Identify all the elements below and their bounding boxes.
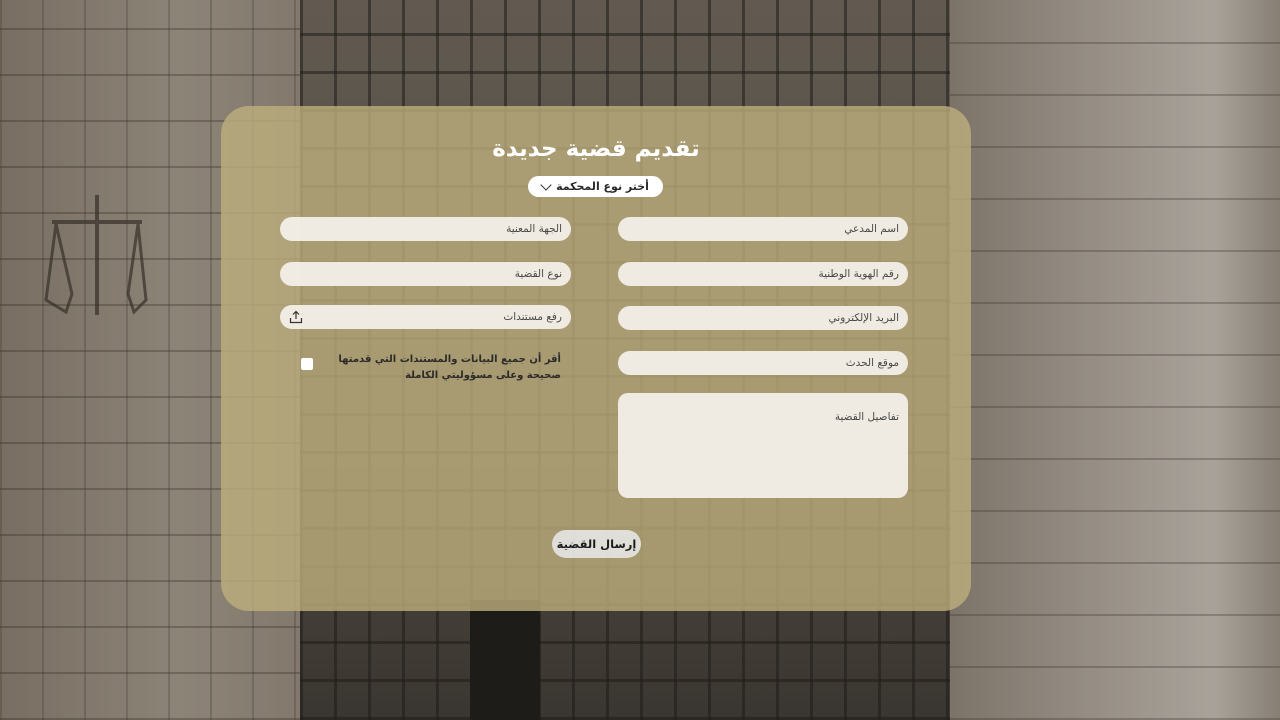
new-case-form-card: تقديم قضية جديدة أختر نوع المحكمة رفع مس… <box>221 106 971 611</box>
upload-icon <box>289 310 303 324</box>
consent-text: أقر أن جميع البيانات والمستندات التي قدم… <box>338 354 561 381</box>
plaintiff-name-input[interactable] <box>618 217 908 241</box>
upload-documents-button[interactable]: رفع مستندات <box>280 305 571 329</box>
form-title: تقديم قضية جديدة <box>492 136 700 162</box>
upload-documents-label: رفع مستندات <box>503 311 562 323</box>
court-type-select-label: أختر نوع المحكمة <box>556 180 649 193</box>
case-type-input[interactable] <box>280 262 571 286</box>
national-id-input[interactable] <box>618 262 908 286</box>
court-type-select[interactable]: أختر نوع المحكمة <box>528 176 663 197</box>
chevron-down-icon <box>540 178 552 191</box>
consent-row: أقر أن جميع البيانات والمستندات التي قدم… <box>301 352 561 384</box>
concerned-party-input[interactable] <box>280 217 571 241</box>
submit-case-button[interactable]: إرسال القضية <box>552 530 641 558</box>
incident-location-input[interactable] <box>618 351 908 375</box>
case-details-textarea[interactable] <box>618 393 908 498</box>
consent-checkbox[interactable] <box>301 358 313 370</box>
email-input[interactable] <box>618 306 908 330</box>
